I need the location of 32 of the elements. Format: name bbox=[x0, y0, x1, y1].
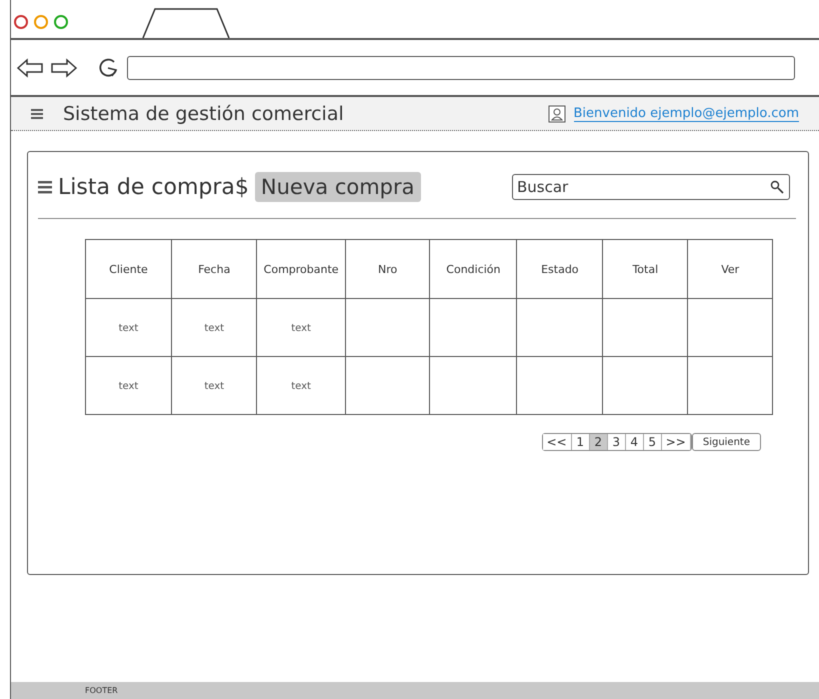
column-header: Cliente bbox=[86, 240, 172, 298]
table-cell: text bbox=[291, 323, 311, 334]
table-cell: text bbox=[204, 381, 224, 392]
table-cell: text bbox=[204, 323, 224, 334]
user-icon bbox=[548, 104, 566, 122]
page-button[interactable]: 2 bbox=[590, 434, 608, 450]
column-header: Estado bbox=[516, 240, 603, 298]
column-header: Ver bbox=[688, 240, 772, 298]
back-arrow-icon[interactable] bbox=[17, 58, 43, 78]
page-button[interactable]: << bbox=[542, 434, 572, 450]
reload-icon[interactable] bbox=[97, 56, 119, 78]
new-purchase-button[interactable]: Nueva compra bbox=[254, 172, 420, 202]
welcome-link[interactable]: Bienvenido ejemplo@ejemplo.com bbox=[574, 106, 799, 122]
page-title: Lista de compra$ bbox=[58, 174, 249, 200]
table-cell: text bbox=[118, 381, 138, 392]
table-cell: text bbox=[291, 381, 311, 392]
address-field[interactable] bbox=[127, 56, 795, 80]
column-header: Nro bbox=[345, 240, 430, 298]
menu-icon[interactable] bbox=[31, 108, 43, 120]
app-title: Sistema de gestión comercial bbox=[63, 102, 344, 124]
menu-icon[interactable] bbox=[38, 180, 52, 194]
column-header: Total bbox=[602, 240, 688, 298]
footer-text: FOOTER bbox=[85, 686, 118, 695]
column-header: Comprobante bbox=[256, 240, 346, 298]
column-header: Fecha bbox=[171, 240, 257, 298]
next-button[interactable]: Siguiente bbox=[692, 433, 761, 451]
forward-arrow-icon[interactable] bbox=[51, 58, 77, 78]
column-header: Condición bbox=[430, 240, 517, 298]
table-cell: text bbox=[118, 323, 138, 334]
search-field[interactable]: Buscar bbox=[512, 174, 790, 200]
browser-tab[interactable] bbox=[141, 8, 231, 38]
search-icon[interactable] bbox=[770, 180, 784, 194]
